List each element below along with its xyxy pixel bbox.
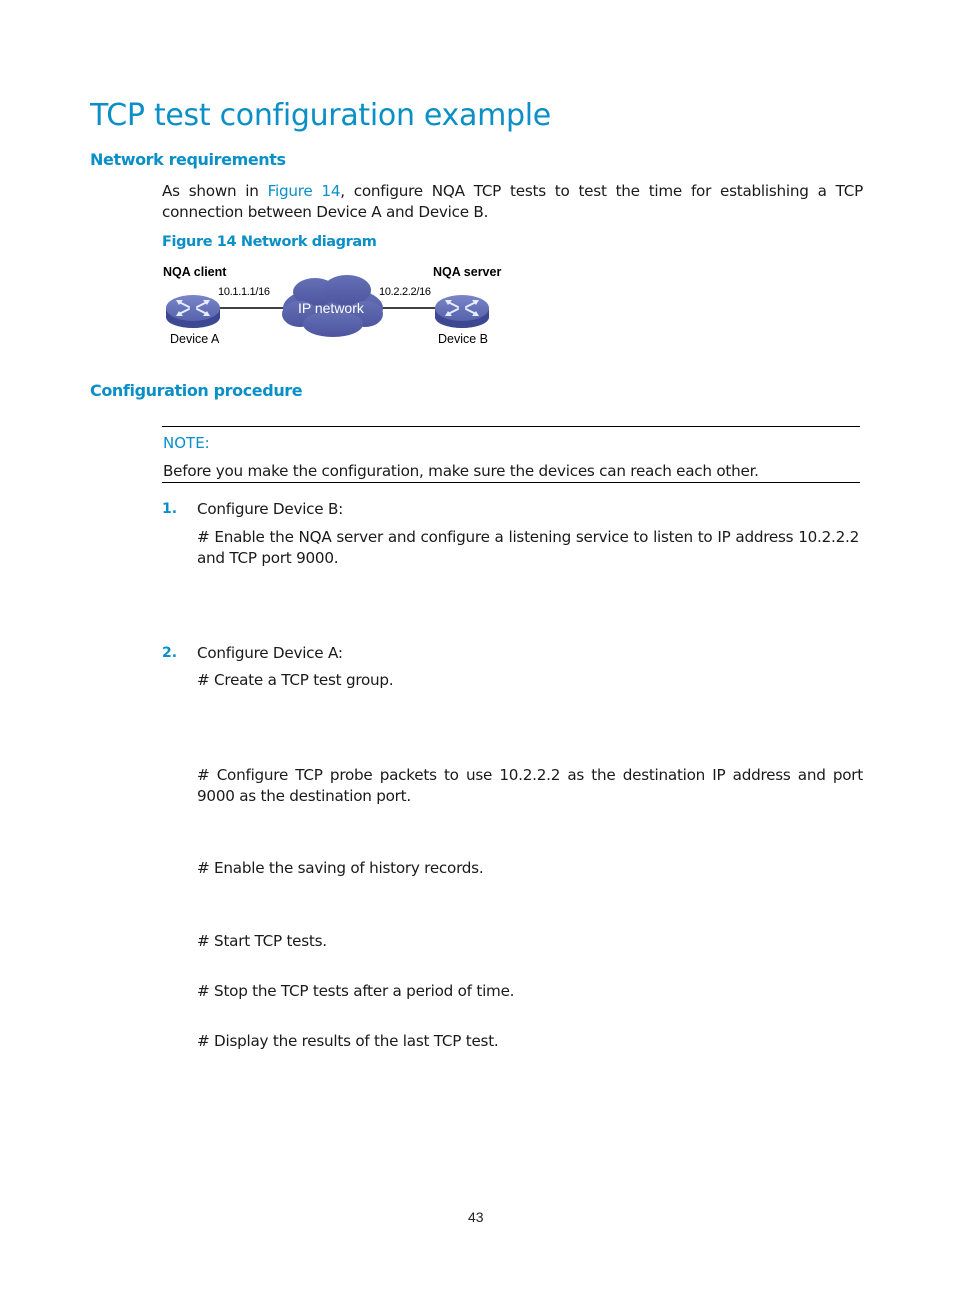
para-prefix: As shown in (162, 182, 268, 200)
note-top-rule (162, 426, 860, 427)
step-1-number: 1. (162, 501, 178, 517)
note-bottom-rule (162, 482, 860, 483)
step-2-title: Configure Device A: (197, 644, 343, 662)
page-number: 43 (468, 1209, 484, 1225)
step-2-comment-3: # Enable the saving of history records. (197, 859, 484, 877)
step-2-comment-6: # Display the results of the last TCP te… (197, 1032, 499, 1050)
network-requirements-paragraph: As shown in Figure 14, configure NQA TCP… (162, 181, 863, 223)
device-b-label: Device B (438, 332, 489, 346)
router-icon-device-b (435, 295, 489, 328)
step-1-title: Configure Device B: (197, 500, 343, 518)
cloud-label: IP network (298, 300, 364, 316)
note-text: Before you make the configuration, make … (163, 462, 759, 480)
step-2-comment-1: # Create a TCP test group. (197, 671, 394, 689)
page-title: TCP test configuration example (90, 98, 551, 133)
section-heading-configuration-procedure: Configuration procedure (90, 381, 303, 400)
step-2-comment-4: # Start TCP tests. (197, 932, 327, 950)
device-a-label: Device A (170, 332, 220, 346)
step-2-comment-5: # Stop the TCP tests after a period of t… (197, 982, 515, 1000)
figure-caption: Figure 14 Network diagram (162, 234, 377, 250)
router-icon-device-a (166, 295, 220, 328)
figure-14-link[interactable]: Figure 14 (268, 182, 341, 200)
nqa-client-label: NQA client (163, 265, 227, 279)
nqa-server-label: NQA server (433, 265, 502, 279)
server-ip-label: 10.2.2.2/16 (379, 286, 431, 298)
step-2-number: 2. (162, 645, 178, 661)
note-label: NOTE: (163, 434, 210, 452)
network-diagram: NQA client NQA server 10.1.1.1/16 10.2.2… (155, 258, 515, 353)
step-1-comment-1: # Enable the NQA server and configure a … (197, 528, 859, 567)
client-ip-label: 10.1.1.1/16 (218, 286, 270, 298)
step-2-comment-2: # Configure TCP probe packets to use 10.… (197, 766, 863, 805)
section-heading-network-requirements: Network requirements (90, 150, 286, 169)
